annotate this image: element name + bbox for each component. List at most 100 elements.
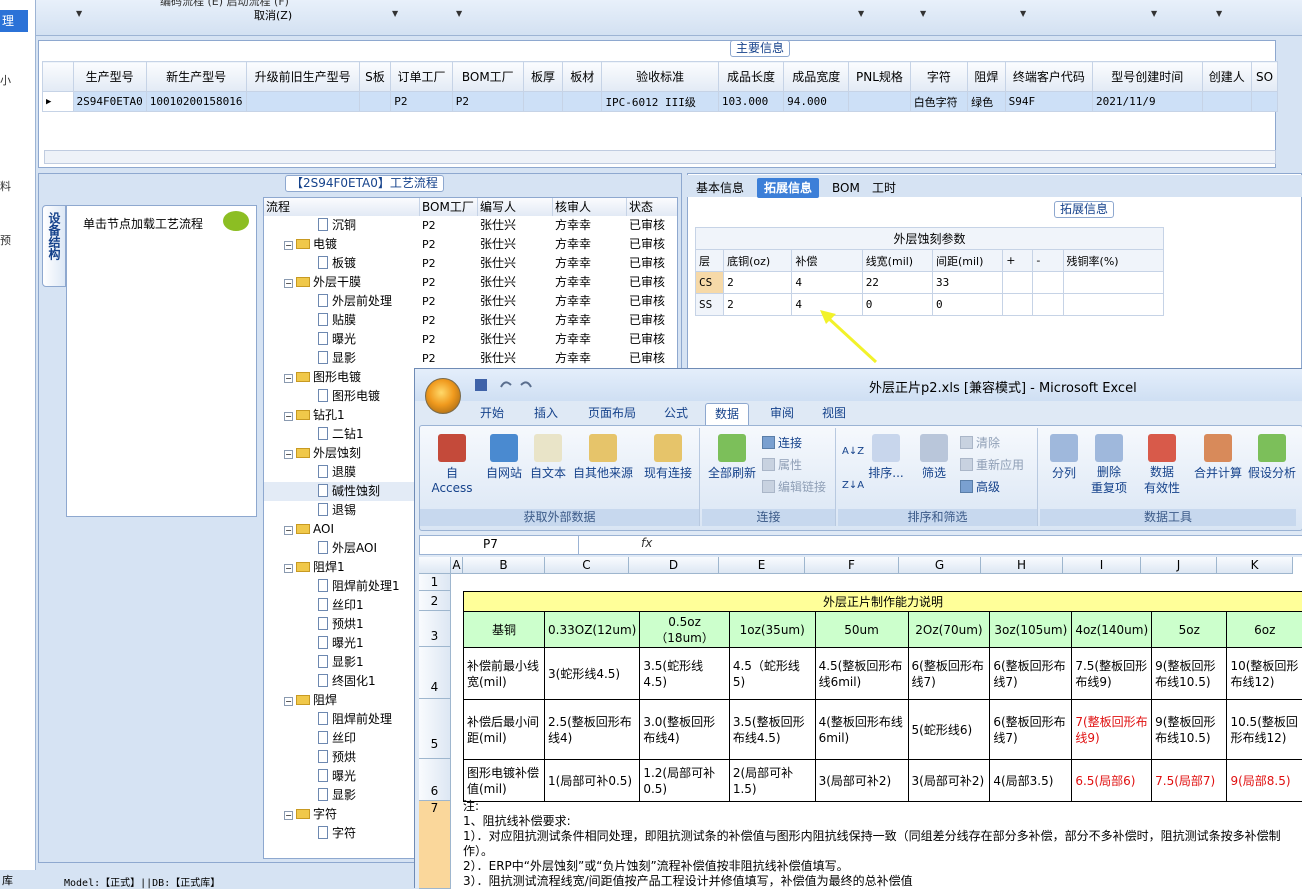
clear-button[interactable]: 清除	[960, 434, 1000, 451]
tree-row[interactable]: 沉铜P2张仕兴方幸幸已审核	[264, 216, 678, 235]
what-if-analysis-button[interactable]: 假设分析	[1244, 434, 1300, 481]
row-header[interactable]: 4	[419, 647, 451, 699]
cell[interactable]: 1.2(局部可补0.5)	[640, 760, 730, 802]
tree-node[interactable]: 曝光	[318, 767, 356, 786]
tree-node[interactable]: 图形电镀	[318, 387, 380, 406]
header-cell[interactable]: 0.33OZ(12um)	[545, 612, 640, 648]
collapse-icon[interactable]: −	[284, 697, 293, 706]
tree-node[interactable]: 贴膜	[318, 311, 356, 330]
existing-connections-button[interactable]: 现有连接	[640, 434, 696, 481]
horizontal-scrollbar[interactable]	[44, 150, 1276, 164]
spreadsheet-grid[interactable]: A B C D E F G H I J K 1 2 3 4 5 6 7 外层正片…	[419, 557, 1302, 889]
cell[interactable]: 2	[724, 272, 792, 294]
column-header[interactable]: 升级前旧生产型号	[246, 62, 359, 92]
column-header[interactable]: J	[1141, 557, 1217, 574]
column-header[interactable]: D	[629, 557, 719, 574]
row-header[interactable]: 1	[419, 574, 451, 591]
undo-icon[interactable]	[501, 382, 511, 387]
cell[interactable]	[359, 92, 391, 112]
properties-button[interactable]: 属性	[762, 456, 802, 473]
from-other-sources-button[interactable]: 自其他来源	[570, 434, 636, 481]
column-header[interactable]: 成品长度	[718, 62, 783, 92]
cell[interactable]: 3.0(整板回形布线4)	[640, 700, 730, 760]
cell[interactable]: 7(整板回形布线9)	[1072, 700, 1152, 760]
collapse-icon[interactable]: −	[284, 564, 293, 573]
column-header[interactable]: 间距(mil)	[932, 250, 1002, 272]
cell[interactable]: 10.5(整板回形布线12)	[1227, 700, 1302, 760]
column-header[interactable]: F	[805, 557, 899, 574]
cell[interactable]: 22	[862, 272, 932, 294]
speech-bubble-icon[interactable]	[223, 211, 249, 231]
column-header[interactable]: 层	[696, 250, 724, 272]
tab-data[interactable]: 数据	[705, 403, 749, 425]
column-header[interactable]: 字符	[910, 62, 967, 92]
collapse-icon[interactable]: −	[284, 279, 293, 288]
column-header[interactable]: 流程	[264, 198, 420, 216]
chevron-down-icon[interactable]: ▼	[920, 9, 926, 18]
from-access-button[interactable]: 自 Access	[424, 434, 480, 495]
data-validation-button[interactable]: 数据 有效性	[1134, 434, 1190, 496]
remove-duplicates-button[interactable]: 删除 重复项	[1084, 434, 1134, 496]
column-header[interactable]: B	[463, 557, 545, 574]
cell[interactable]: 9(局部8.5)	[1227, 760, 1302, 802]
cell[interactable]	[1202, 92, 1251, 112]
connections-button[interactable]: 连接	[762, 434, 802, 451]
column-header[interactable]: BOM工厂	[452, 62, 523, 92]
cell[interactable]	[1003, 294, 1033, 316]
column-header[interactable]: 新生产型号	[146, 62, 246, 92]
cell[interactable]: 2.5(整板回形布线4)	[545, 700, 640, 760]
text-to-columns-button[interactable]: 分列	[1044, 434, 1084, 481]
chevron-down-icon[interactable]: ▼	[1216, 9, 1222, 18]
cell[interactable]	[523, 92, 562, 112]
tree-node[interactable]: 预烘	[318, 748, 356, 767]
column-header[interactable]: 板材	[563, 62, 602, 92]
header-cell[interactable]: 50um	[815, 612, 908, 648]
cell[interactable]	[563, 92, 602, 112]
tab-basic-info[interactable]: 基本信息	[689, 178, 751, 198]
cell[interactable]: 2S94F0ETA0	[73, 92, 146, 112]
cell[interactable]: S94F	[1005, 92, 1092, 112]
cell[interactable]: 6.5(局部6)	[1072, 760, 1152, 802]
sort-button[interactable]: 排序...	[866, 434, 906, 481]
function-icon[interactable]: fx	[641, 536, 652, 550]
name-box[interactable]: P7	[419, 535, 579, 555]
tree-node[interactable]: 字符	[318, 824, 356, 843]
left-nav-selected-item[interactable]: 理	[0, 10, 28, 32]
consolidate-button[interactable]: 合并计算	[1190, 434, 1246, 481]
column-header[interactable]: K	[1217, 557, 1293, 574]
tree-node[interactable]: 外层AOI	[318, 539, 377, 558]
cell[interactable]: 9(整板回形布线10.5)	[1152, 648, 1227, 700]
row-header[interactable]: 2	[419, 591, 451, 611]
table-row[interactable]: CS 2 4 22 33	[696, 272, 1164, 294]
column-header[interactable]: 核审人	[553, 198, 627, 216]
tree-node[interactable]: −阻焊	[284, 691, 337, 710]
cell[interactable]: CS	[696, 272, 724, 294]
column-header[interactable]: A	[451, 557, 463, 574]
cell[interactable]: 1(局部可补0.5)	[545, 760, 640, 802]
tree-node[interactable]: 沉铜	[318, 216, 356, 235]
tree-node[interactable]: 预烘1	[318, 615, 364, 634]
column-header[interactable]: 线宽(mil)	[862, 250, 932, 272]
tree-row[interactable]: −电镀P2张仕兴方幸幸已审核	[264, 235, 678, 254]
cell[interactable]: 4(整板回形布线6mil)	[815, 700, 908, 760]
cell[interactable]: 4.5（蛇形线5)	[729, 648, 815, 700]
from-web-button[interactable]: 自网站	[480, 434, 528, 481]
cell[interactable]: 7.5(局部7)	[1152, 760, 1227, 802]
collapse-icon[interactable]: −	[284, 412, 293, 421]
column-header[interactable]: 板厚	[523, 62, 562, 92]
tree-node[interactable]: 碱性蚀刻	[318, 482, 380, 501]
tree-row[interactable]: 显影P2张仕兴方幸幸已审核	[264, 349, 678, 368]
cell[interactable]: 10010200158016	[146, 92, 246, 112]
collapse-icon[interactable]: −	[284, 450, 293, 459]
cell[interactable]: 2(局部可补1.5)	[729, 760, 815, 802]
column-header[interactable]: 终端客户代码	[1005, 62, 1092, 92]
header-cell[interactable]: 4oz(140um)	[1072, 612, 1152, 648]
tab-home[interactable]: 开始	[471, 403, 513, 425]
tab-equipment-structure[interactable]: 设备结构	[42, 205, 66, 287]
cell[interactable]: IPC-6012 III级	[602, 92, 718, 112]
column-header[interactable]: E	[719, 557, 805, 574]
chevron-down-icon[interactable]: ▼	[858, 9, 864, 18]
refresh-all-button[interactable]: 全部刷新	[706, 434, 758, 481]
advanced-filter-button[interactable]: 高级	[960, 478, 1000, 495]
column-header[interactable]: I	[1063, 557, 1141, 574]
